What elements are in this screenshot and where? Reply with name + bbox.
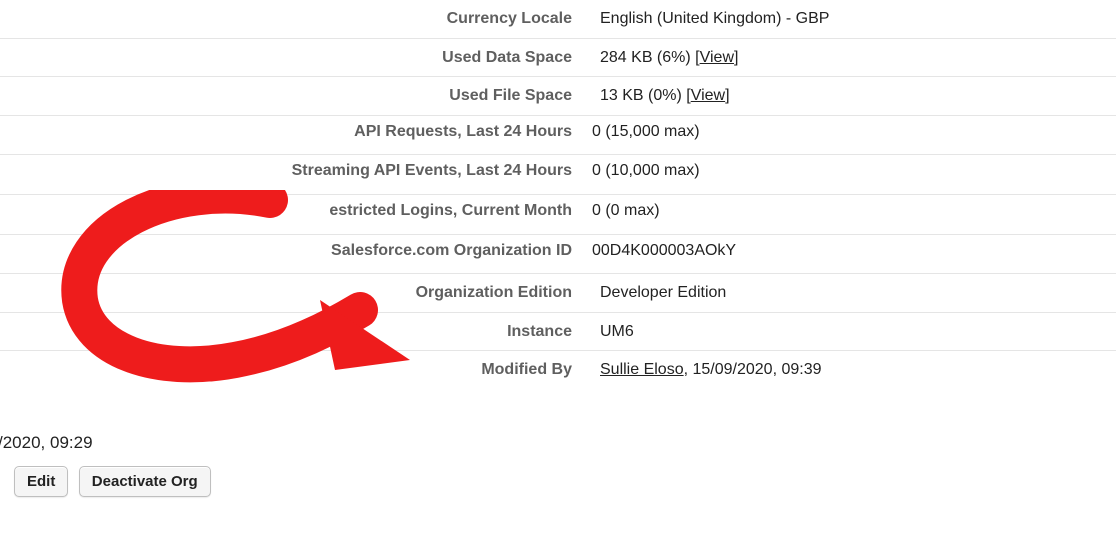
label-modified-by: Modified By (0, 351, 582, 389)
value-used-data-space: 284 KB (6%) [View] (582, 38, 1116, 77)
row-streaming-events: Streaming API Events, Last 24 Hours 0 (1… (0, 155, 1116, 195)
modified-by-user-link[interactable]: Sullie Eloso (600, 361, 684, 378)
value-edition: Developer Edition (582, 274, 1116, 313)
left-partial-timestamp: /2020, 09:29 (0, 433, 93, 453)
row-restricted-logins: estricted Logins, Current Month 0 (0 max… (0, 194, 1116, 234)
row-currency-locale: Currency Locale English (United Kingdom)… (0, 0, 1116, 38)
label-org-id: Salesforce.com Organization ID (0, 234, 582, 274)
edit-button[interactable]: Edit (14, 466, 68, 497)
value-currency-locale: English (United Kingdom) - GBP (582, 0, 1116, 38)
view-data-space-link[interactable]: View (700, 49, 734, 66)
row-used-file-space: Used File Space 13 KB (0%) [View] (0, 77, 1116, 116)
row-edition: Organization Edition Developer Edition (0, 274, 1116, 313)
value-instance: UM6 (582, 312, 1116, 351)
org-detail-page: Currency Locale English (United Kingdom)… (0, 0, 1116, 536)
label-edition: Organization Edition (0, 274, 582, 313)
label-restricted-logins: estricted Logins, Current Month (0, 194, 582, 234)
row-used-data-space: Used Data Space 284 KB (6%) [View] (0, 38, 1116, 77)
modified-by-tail: , 15/09/2020, 09:39 (684, 361, 822, 378)
value-modified-by: Sullie Eloso, 15/09/2020, 09:39 (582, 351, 1116, 389)
value-api-requests: 0 (15,000 max) (582, 115, 1116, 155)
value-org-id: 00D4K000003AOkY (582, 234, 1116, 274)
value-used-file-space: 13 KB (0%) [View] (582, 77, 1116, 116)
row-api-requests: API Requests, Last 24 Hours 0 (15,000 ma… (0, 115, 1116, 155)
value-streaming-events: 0 (10,000 max) (582, 155, 1116, 195)
label-currency-locale: Currency Locale (0, 0, 582, 38)
label-instance: Instance (0, 312, 582, 351)
row-org-id: Salesforce.com Organization ID 00D4K0000… (0, 234, 1116, 274)
label-api-requests: API Requests, Last 24 Hours (0, 115, 582, 155)
row-instance: Instance UM6 (0, 312, 1116, 351)
label-used-file-space: Used File Space (0, 77, 582, 116)
action-button-row: Edit Deactivate Org (14, 466, 217, 497)
deactivate-org-button[interactable]: Deactivate Org (79, 466, 211, 497)
label-streaming-events: Streaming API Events, Last 24 Hours (0, 155, 582, 195)
used-file-space-text: 13 KB (0%) (600, 87, 686, 104)
org-detail-table: Currency Locale English (United Kingdom)… (0, 0, 1116, 389)
value-restricted-logins: 0 (0 max) (582, 194, 1116, 234)
used-data-space-text: 284 KB (6%) (600, 49, 695, 66)
view-file-space-link[interactable]: View (691, 87, 725, 104)
row-modified-by: Modified By Sullie Eloso, 15/09/2020, 09… (0, 351, 1116, 389)
label-used-data-space: Used Data Space (0, 38, 582, 77)
